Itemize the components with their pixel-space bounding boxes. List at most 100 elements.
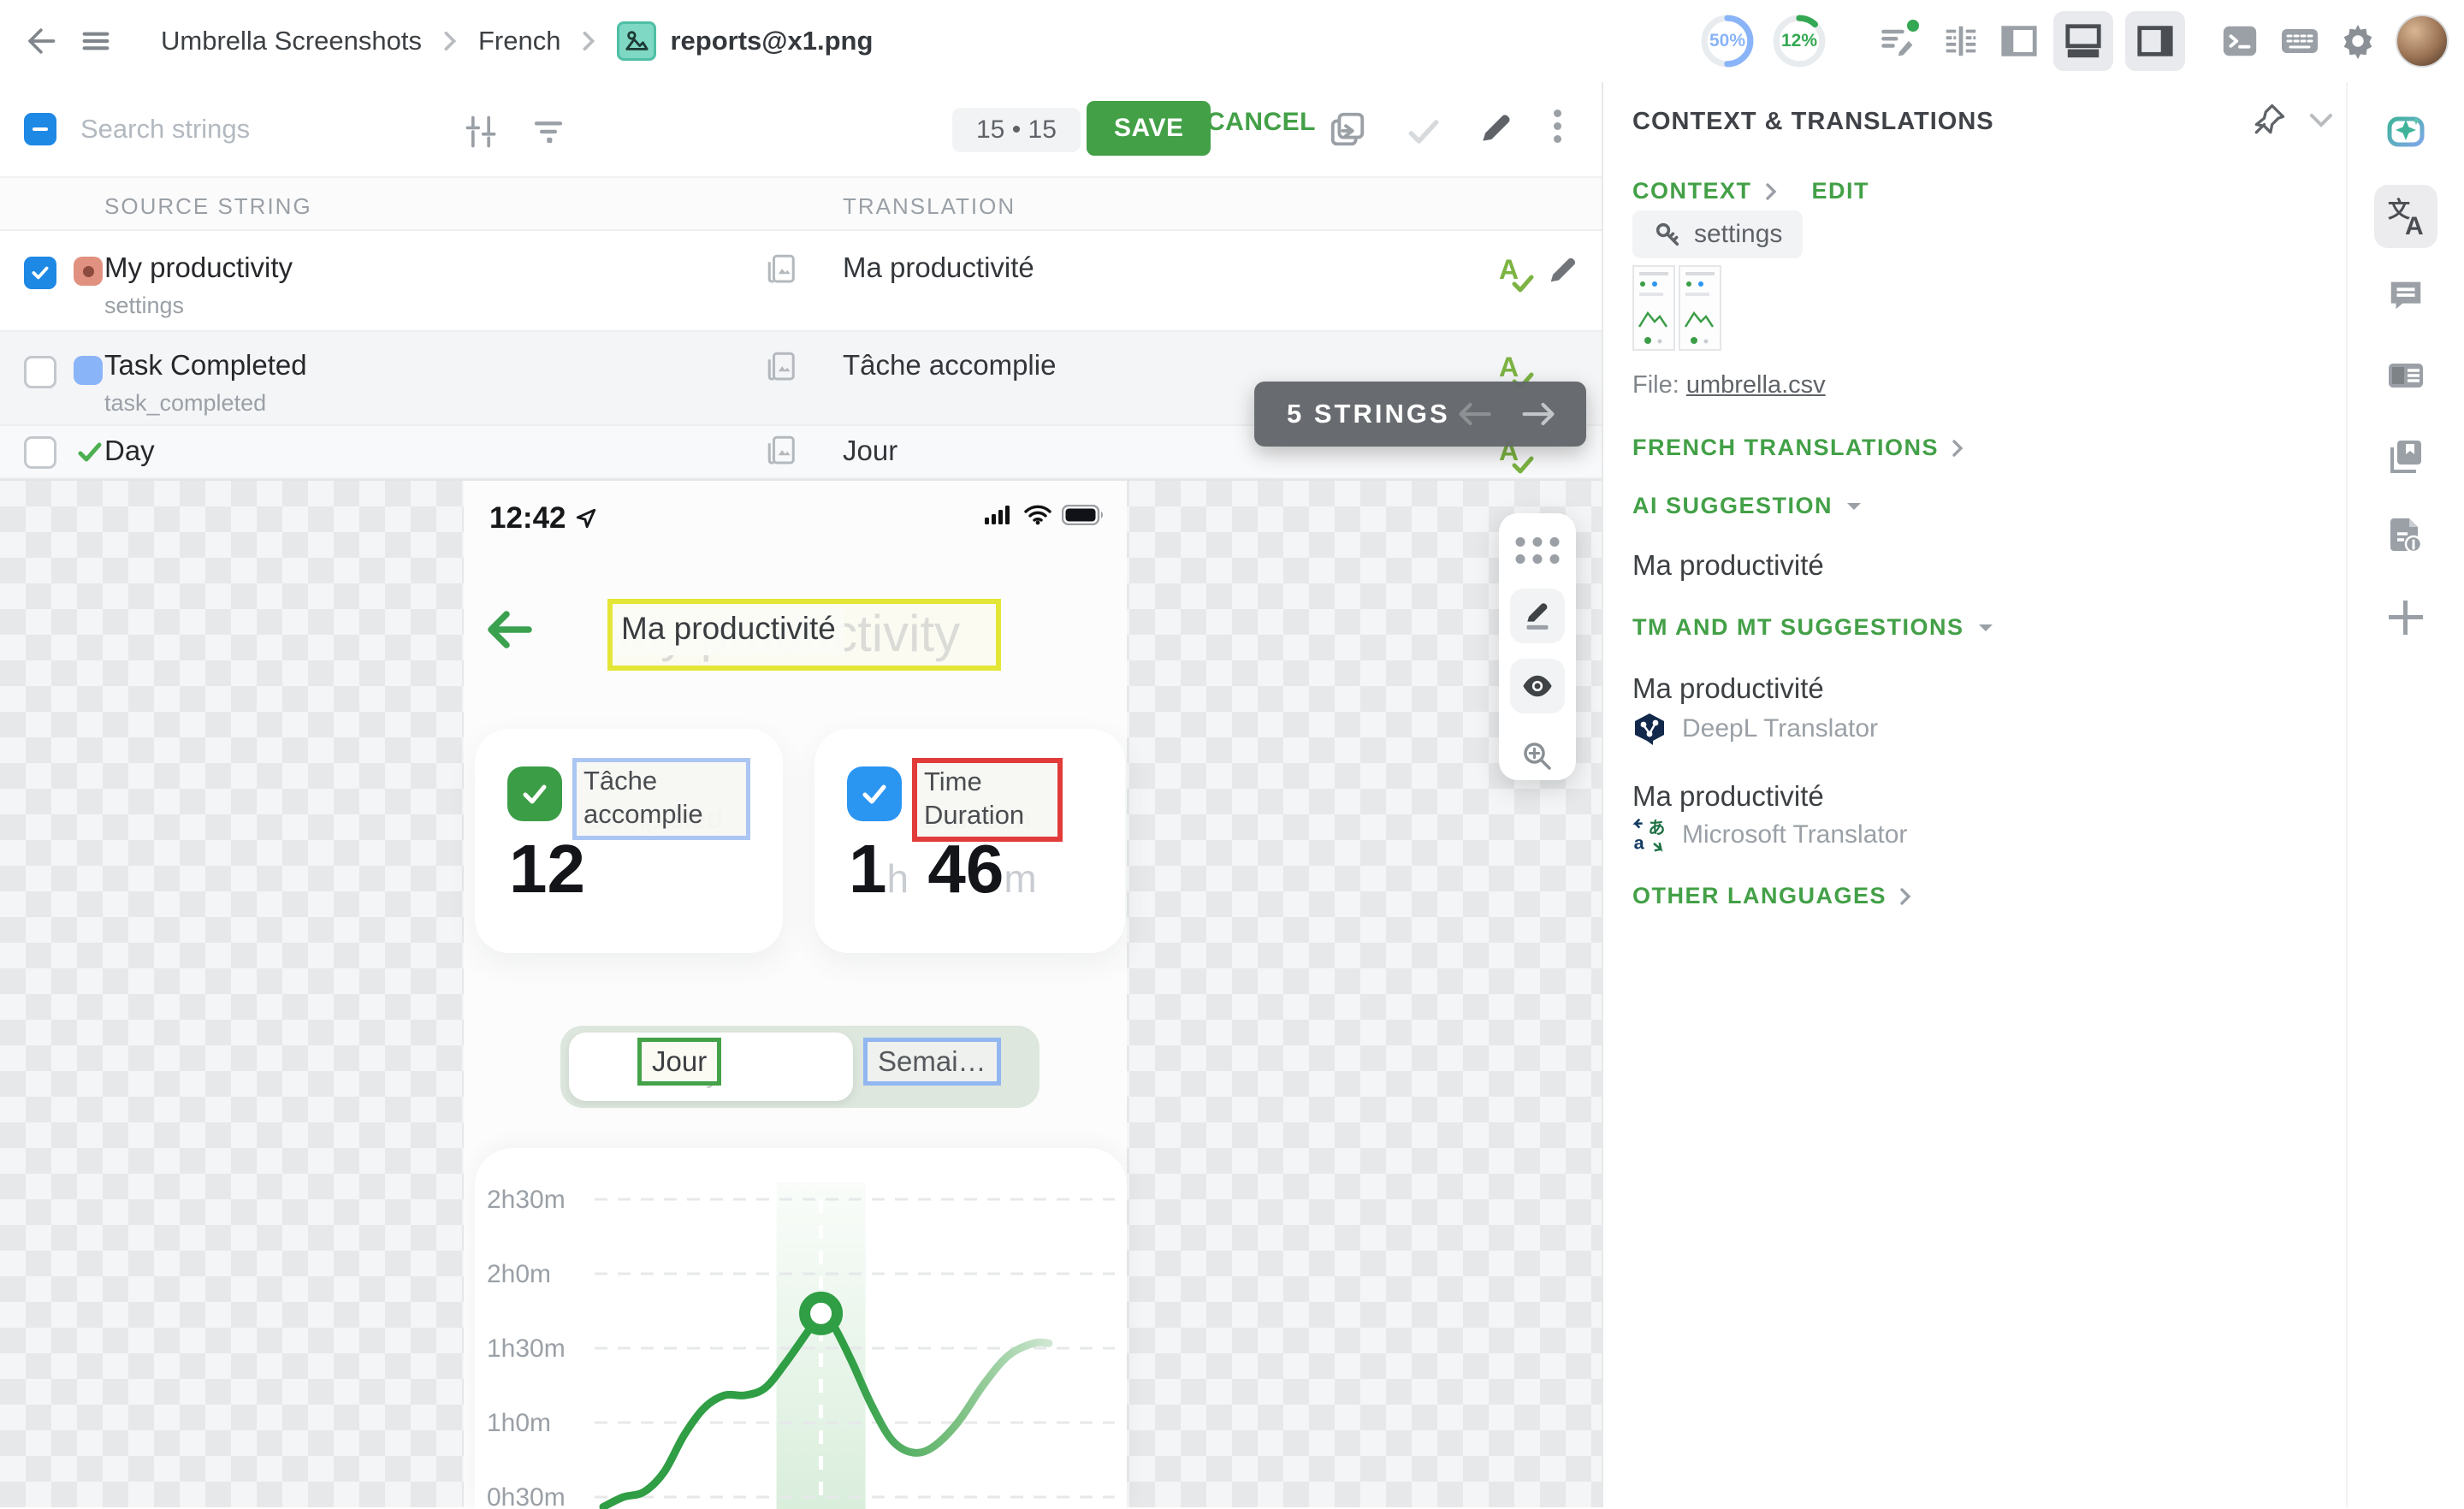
other-languages-section[interactable]: OTHER LANGUAGES [1632, 883, 1912, 909]
tasks-card: Completed Tâche accomplie 12 [475, 729, 783, 953]
context-sidebar: CONTEXT & TRANSLATIONS CONTEXT EDIT sett… [1602, 82, 2464, 1507]
annotation-toolbar [1499, 513, 1576, 780]
mt-suggestion-text[interactable]: Ma productivité [1632, 780, 1824, 813]
notification-dot [1904, 17, 1922, 34]
source-string[interactable]: Task Completed [104, 349, 307, 382]
translation-string[interactable]: Ma productivité [843, 252, 1034, 284]
row-checkbox[interactable] [24, 356, 56, 388]
translation-string[interactable]: Jour [843, 435, 897, 467]
preview-eye-button[interactable] [1510, 659, 1565, 713]
row-checkbox[interactable] [24, 436, 56, 469]
phone-status-time: 12:42 [489, 501, 597, 536]
context-link[interactable]: CONTEXT [1632, 178, 1752, 204]
french-translations-section[interactable]: FRENCH TRANSLATIONS [1632, 435, 1964, 461]
translate-icon: 文A [2384, 195, 2427, 238]
key-chip[interactable]: settings [1632, 210, 1803, 258]
svg-text:1h0m: 1h0m [487, 1409, 551, 1437]
chevron-right-icon [1764, 182, 1778, 201]
pager-prev-icon[interactable] [1456, 399, 1494, 429]
screenshot-viewer[interactable]: 12:42 My productivity Ma productivité [0, 479, 1602, 1507]
context-screenshot-thumbnail[interactable] [1632, 265, 1721, 351]
location-arrow-icon [575, 507, 597, 530]
add-panel-icon[interactable] [2385, 597, 2426, 638]
user-avatar[interactable] [2396, 15, 2449, 68]
sidebar-icon-strip: 文A [2346, 82, 2464, 1507]
chevron-right-icon [1898, 887, 1912, 906]
tasks-icon[interactable] [1877, 21, 1918, 62]
menu-icon[interactable] [75, 21, 116, 62]
chevron-down-icon [1976, 621, 1995, 635]
zoom-in-button[interactable] [1510, 729, 1565, 784]
chevron-down-icon[interactable] [2310, 113, 2332, 128]
key-chip-label: settings [1694, 220, 1782, 249]
editor-pane: 15 • 15 SAVE CANCEL SOURCE STRING TRANSL… [0, 82, 1602, 1507]
more-options-icon[interactable] [1554, 104, 1561, 148]
chevron-right-icon [579, 28, 598, 54]
screenshot-attached-icon[interactable] [765, 252, 801, 287]
unpin-icon[interactable] [2250, 101, 2288, 139]
edit-pencil-icon[interactable] [1477, 109, 1514, 147]
string-row[interactable]: My productivity settings Ma productivité… [0, 231, 1602, 332]
ai-sparkle-icon[interactable] [2385, 111, 2426, 152]
select-all-checkbox[interactable] [24, 113, 56, 145]
breadcrumb-language[interactable]: French [478, 26, 560, 56]
drag-handle-icon[interactable] [1516, 537, 1560, 564]
breadcrumb-project[interactable]: Umbrella Screenshots [161, 26, 422, 56]
section-label: OTHER LANGUAGES [1632, 883, 1886, 909]
string-key[interactable]: settings [104, 293, 184, 319]
keyboard-icon[interactable] [2279, 21, 2320, 62]
row-checkbox-checked[interactable] [24, 257, 56, 289]
annotated-day-box[interactable]: Jour [637, 1038, 721, 1086]
file-link[interactable]: umbrella.csv [1686, 371, 1826, 399]
back-icon[interactable] [19, 21, 60, 62]
edit-context-link[interactable]: EDIT [1812, 178, 1870, 204]
table-view-icon[interactable] [1940, 21, 1981, 62]
svg-text:2h0m: 2h0m [487, 1260, 551, 1288]
layout-bottom-panel-icon[interactable] [2053, 11, 2113, 71]
layout-right-panel-icon[interactable] [2125, 11, 2185, 71]
edit-translation-icon[interactable] [1545, 253, 1579, 287]
mt-suggestion-text[interactable]: Ma productivité [1632, 672, 1824, 705]
strings-pager: 5 STRINGS [1254, 382, 1586, 447]
terminal-icon[interactable] [2219, 21, 2260, 62]
section-label: AI SUGGESTION [1632, 493, 1833, 519]
breadcrumb-filename[interactable]: reports@x1.png [670, 26, 873, 56]
details-card-icon[interactable] [2385, 355, 2426, 396]
save-button[interactable]: SAVE [1087, 101, 1211, 156]
layout-left-panel-icon[interactable] [1999, 21, 2040, 62]
mt-provider-row: あa Microsoft Translator [1632, 818, 1907, 852]
filter-icon[interactable] [530, 113, 566, 149]
period-toggle: Day Jour Week Semai… [560, 1026, 1040, 1108]
saved-stack-icon[interactable] [2385, 435, 2426, 476]
source-string[interactable]: My productivity [104, 252, 293, 284]
file-label: File: [1632, 371, 1679, 399]
ai-suggestion-text[interactable]: Ma productivité [1632, 549, 1824, 582]
ai-suggestion-section[interactable]: AI SUGGESTION [1632, 493, 1863, 519]
screenshot-file-icon [617, 21, 656, 61]
annotated-label-box: Tâche accomplie [572, 758, 750, 840]
draw-tool-button[interactable] [1510, 589, 1565, 643]
tune-filters-icon[interactable] [462, 113, 500, 151]
chevron-right-icon [441, 28, 459, 54]
settings-gear-icon[interactable] [2337, 21, 2378, 62]
tm-mt-section[interactable]: TM AND MT SUGGESTIONS [1632, 614, 1995, 641]
string-key[interactable]: task_completed [104, 390, 266, 417]
source-string[interactable]: Day [104, 435, 155, 467]
status-badge-untranslated [74, 356, 103, 385]
screenshot-attached-icon[interactable] [765, 433, 801, 469]
strings-counter: 15 • 15 [952, 108, 1081, 152]
translations-tab-active[interactable]: 文A [2374, 185, 2437, 248]
duplicate-icon[interactable] [1328, 109, 1367, 149]
svg-text:A: A [2405, 212, 2424, 238]
provider-name: DeepL Translator [1682, 714, 1878, 743]
comments-icon[interactable] [2385, 275, 2426, 316]
screenshot-attached-icon[interactable] [765, 349, 801, 385]
progress-ring-translated[interactable]: 12% [1771, 13, 1827, 69]
progress-ring-reviewed[interactable]: 50% [1699, 13, 1756, 69]
pager-next-icon[interactable] [1519, 399, 1557, 429]
translation-string[interactable]: Tâche accomplie [843, 349, 1056, 382]
cancel-button[interactable]: CANCEL [1206, 108, 1316, 137]
annotated-week-box[interactable]: Semai… [863, 1038, 1001, 1086]
verify-check-icon[interactable] [1405, 113, 1442, 151]
document-info-icon[interactable] [2385, 515, 2426, 556]
